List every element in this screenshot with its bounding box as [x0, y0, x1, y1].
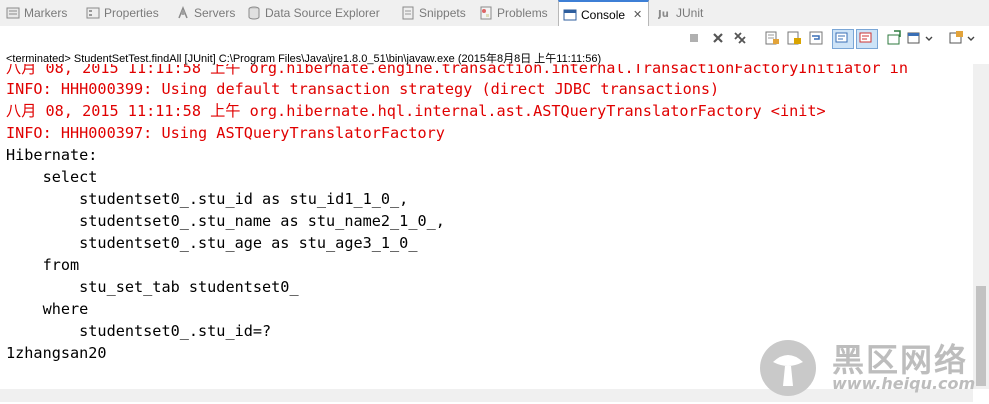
- console-toolbar: [0, 26, 989, 50]
- pin-console-icon[interactable]: [886, 30, 902, 46]
- tab-markers[interactable]: Markers: [6, 0, 67, 26]
- clear-console-icon[interactable]: [764, 30, 780, 46]
- scroll-lock-icon[interactable]: [786, 30, 802, 46]
- tab-label: Snippets: [419, 6, 466, 20]
- tab-label: Data Source Explorer: [265, 6, 380, 20]
- word-wrap-icon[interactable]: [808, 30, 824, 46]
- terminate-icon[interactable]: [686, 30, 702, 46]
- console-line: from: [6, 256, 80, 274]
- servers-icon: [176, 5, 190, 20]
- console-line: stu_set_tab studentset0_: [6, 278, 299, 296]
- snippets-icon: [401, 6, 415, 20]
- tab-label: Properties: [104, 6, 159, 20]
- open-console-icon[interactable]: [948, 30, 964, 46]
- chevron-down-icon[interactable]: [924, 30, 934, 46]
- data-source-icon: [247, 6, 261, 20]
- problems-icon: [479, 6, 493, 20]
- show-on-stderr-icon[interactable]: [856, 29, 878, 49]
- watermark-url: www.heiqu.com: [832, 374, 976, 393]
- console-line: 1zhangsan20: [6, 344, 107, 362]
- tab-label: Servers: [194, 6, 236, 20]
- console-line: 八月 08, 2015 11:11:58 上午 org.hibernate.hq…: [6, 102, 826, 120]
- console-line: studentset0_.stu_id as stu_id1_1_0_,: [6, 190, 409, 208]
- remove-launch-icon[interactable]: [710, 30, 726, 46]
- console-line: where: [6, 300, 89, 318]
- console-line: INFO: HHH000397: Using ASTQueryTranslato…: [6, 124, 445, 142]
- tab-label: JUnit: [676, 6, 704, 20]
- tab-snippets[interactable]: Snippets: [401, 0, 466, 26]
- show-on-stdout-icon[interactable]: [832, 29, 854, 49]
- tab-console[interactable]: Console ✕: [558, 0, 650, 27]
- close-icon[interactable]: ✕: [633, 8, 642, 21]
- console-line: Hibernate:: [6, 146, 98, 164]
- properties-icon: [86, 6, 100, 20]
- tab-junit[interactable]: Ju JUnit: [657, 0, 704, 26]
- tab-label: Markers: [24, 6, 68, 20]
- chevron-down-icon[interactable]: [966, 30, 976, 46]
- display-console-icon[interactable]: [906, 30, 922, 46]
- console-line: studentset0_.stu_name as stu_name2_1_0_,: [6, 212, 445, 230]
- junit-icon: Ju: [657, 6, 672, 20]
- tab-label: Console: [581, 7, 626, 22]
- tab-data-source-explorer[interactable]: Data Source Explorer: [247, 0, 380, 26]
- console-line: 八月 08, 2015 11:11:58 上午 org.hibernate.en…: [6, 64, 908, 77]
- tab-servers[interactable]: Servers: [176, 0, 235, 26]
- console-line: select: [6, 168, 98, 186]
- tab-problems[interactable]: Problems: [479, 0, 548, 26]
- console-line: studentset0_.stu_age as stu_age3_1_0_: [6, 234, 418, 252]
- console-line: studentset0_.stu_id=?: [6, 322, 272, 340]
- view-tab-bar: Markers Properties Servers Data Source E…: [0, 0, 989, 27]
- console-line: INFO: HHH000399: Using default transacti…: [6, 80, 720, 98]
- tab-label: Problems: [497, 6, 548, 20]
- svg-text:Ju: Ju: [658, 9, 669, 20]
- console-icon: [563, 8, 577, 22]
- tab-properties[interactable]: Properties: [86, 0, 159, 26]
- remove-all-terminated-icon[interactable]: [732, 30, 748, 46]
- markers-icon: [6, 6, 20, 20]
